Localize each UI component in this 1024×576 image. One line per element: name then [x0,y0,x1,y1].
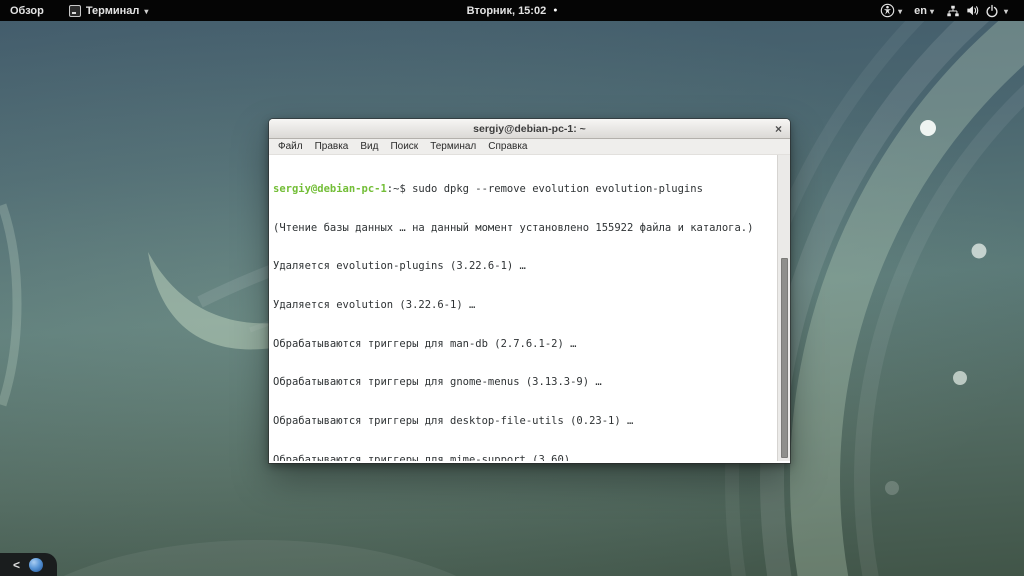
menu-item-help[interactable]: Справка [482,140,533,153]
prompt-user: sergiy@debian-pc-1 [273,183,387,195]
accessibility-menu-button[interactable]: ▾ [874,0,908,21]
command-text: sudo dpkg --remove evolution evolution-p… [412,183,703,195]
output-line: Удаляется evolution-plugins (3.22.6-1) … [273,260,788,273]
window-title: sergiy@debian-pc-1: ~ [473,123,586,135]
system-menu-button[interactable]: ▾ [940,0,1014,21]
tray-expand-button[interactable]: < [13,559,20,571]
activities-button[interactable]: Обзор [0,0,54,21]
top-bar: Обзор Терминал ▾ Вторник, 15:02 ● ▾ en ▾ [0,0,1024,21]
output-line: Обрабатываются триггеры для mime-support… [273,454,788,461]
tray-app-icon[interactable] [29,558,43,572]
notification-dot: ● [553,7,557,14]
close-button[interactable]: × [775,123,782,135]
scrollbar[interactable] [777,155,790,461]
terminal-screen[interactable]: sergiy@debian-pc-1:~$ sudo dpkg --remove… [269,155,790,461]
chevron-down-icon: ▾ [144,8,148,16]
output-line: Удаляется evolution (3.22.6-1) … [273,299,788,312]
chevron-down-icon: ▾ [930,8,934,16]
power-icon [985,4,999,18]
output-line: Обрабатываются триггеры для man-db (2.7.… [273,338,788,351]
chevron-down-icon: ▾ [1004,8,1008,16]
keyboard-layout-button[interactable]: en ▾ [908,0,940,21]
message-tray: < [0,553,57,576]
menu-item-terminal[interactable]: Терминал [424,140,482,153]
output-line: Обрабатываются триггеры для desktop-file… [273,415,788,428]
app-menu-label: Терминал [86,5,140,17]
clock-button[interactable]: Вторник, 15:02 ● [467,0,558,21]
terminal-text: sergiy@debian-pc-1:~$ sudo dpkg --remove… [269,155,790,461]
menu-item-file[interactable]: Файл [272,140,309,153]
output-line: (Чтение базы данных … на данный момент у… [273,222,788,235]
terminal-icon [69,5,81,17]
app-menu-button[interactable]: Терминал ▾ [60,0,158,21]
clock-label: Вторник, 15:02 [467,5,547,17]
terminal-window: sergiy@debian-pc-1: ~ × Файл Правка Вид … [269,119,790,463]
activities-label: Обзор [10,5,44,17]
status-area: ▾ en ▾ ▾ [874,0,1024,21]
output-line: Обрабатываются триггеры для gnome-menus … [273,376,788,389]
terminal-command-line: sergiy@debian-pc-1:~$ sudo dpkg --remove… [273,183,788,196]
keyboard-layout-label: en [914,5,927,17]
menu-item-view[interactable]: Вид [354,140,384,153]
network-icon [946,4,960,18]
accessibility-icon [880,3,895,18]
chevron-down-icon: ▾ [898,8,902,16]
menu-item-edit[interactable]: Правка [309,140,355,153]
scrollbar-thumb[interactable] [781,258,788,458]
prompt-suffix: :~$ [387,183,412,195]
window-titlebar[interactable]: sergiy@debian-pc-1: ~ × [269,119,790,139]
menu-item-search[interactable]: Поиск [384,140,424,153]
volume-icon [965,3,980,18]
menu-bar: Файл Правка Вид Поиск Терминал Справка [269,139,790,155]
